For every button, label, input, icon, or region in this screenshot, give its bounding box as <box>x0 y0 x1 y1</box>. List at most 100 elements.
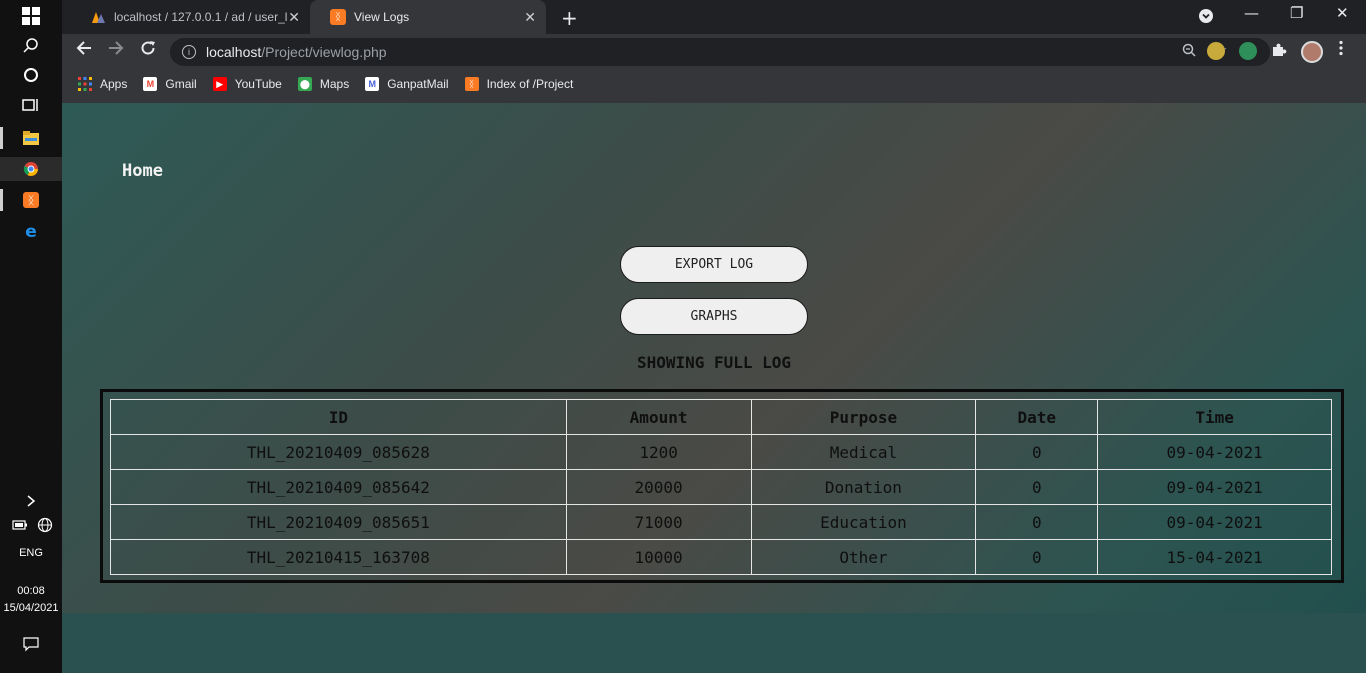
column-header-date: Date <box>975 399 1099 435</box>
cell-time: 09-04-2021 <box>1097 434 1332 470</box>
cell-date: 0 <box>975 539 1099 575</box>
action-center-icon[interactable] <box>18 632 44 656</box>
file-explorer-icon[interactable] <box>18 126 44 150</box>
cell-id: THL_20210415_163708 <box>110 539 567 575</box>
forward-arrow-icon[interactable] <box>108 40 124 61</box>
cell-date: 0 <box>975 469 1099 505</box>
bookmark-apps[interactable]: Apps <box>78 77 127 91</box>
cell-id: THL_20210409_085651 <box>110 504 567 540</box>
cell-purpose: Donation <box>750 469 977 505</box>
clock-time[interactable]: 00:08 <box>0 585 62 597</box>
profile-avatar[interactable] <box>1301 41 1323 63</box>
cell-amount: 71000 <box>565 504 752 540</box>
clock-date[interactable]: 15/04/2021 <box>0 602 62 614</box>
minimize-icon[interactable]: — <box>1244 4 1259 22</box>
chrome-taskbar-icon[interactable] <box>0 157 62 181</box>
cell-amount: 10000 <box>565 539 752 575</box>
cell-time: 09-04-2021 <box>1097 504 1332 540</box>
tab-view-logs[interactable]: ᛝ View Logs ✕ <box>310 0 546 34</box>
bookmark-gmail[interactable]: M Gmail <box>143 77 197 91</box>
bookmark-label: Gmail <box>165 77 197 91</box>
extension-globe-icon[interactable] <box>1239 42 1257 60</box>
bookmark-label: Apps <box>100 77 128 91</box>
restore-icon[interactable]: ❐ <box>1290 4 1303 22</box>
home-link[interactable]: Home <box>122 161 163 181</box>
tab-title: localhost / 127.0.0.1 / ad / user_l <box>114 10 288 24</box>
cell-purpose: Medical <box>750 434 977 470</box>
export-log-button[interactable]: EXPORT LOG <box>620 246 808 283</box>
extensions-puzzle-icon[interactable] <box>1271 42 1287 63</box>
reload-icon[interactable] <box>140 40 156 61</box>
new-tab-icon[interactable]: + <box>561 6 578 30</box>
bookmarks-bar: Apps M Gmail ▶ YouTube ⬤ Maps M GanpatMa… <box>62 70 1366 98</box>
network-globe-icon[interactable] <box>34 513 56 537</box>
bookmark-ganpatmail[interactable]: M GanpatMail <box>365 77 449 91</box>
page-heading: SHOWING FULL LOG <box>636 353 792 372</box>
address-bar[interactable]: i localhost/Project/viewlog.php ☆ <box>170 38 1270 66</box>
graphs-button[interactable]: GRAPHS <box>620 298 808 335</box>
zoom-icon[interactable] <box>1182 43 1196 61</box>
back-arrow-icon[interactable] <box>76 40 92 61</box>
table-header-row: ID Amount Purpose Date Time <box>110 399 1332 435</box>
window-close-icon[interactable]: ✕ <box>1336 4 1349 22</box>
close-icon[interactable]: ✕ <box>288 9 300 26</box>
mail-icon: M <box>365 77 380 91</box>
column-header-time: Time <box>1097 399 1332 435</box>
search-icon[interactable] <box>18 33 44 57</box>
table-row: THL_20210409_085651 71000 Education 0 09… <box>110 504 1332 540</box>
tab-search-icon[interactable] <box>1199 9 1213 27</box>
column-header-id: ID <box>110 399 567 435</box>
language-indicator[interactable]: ENG <box>0 547 62 559</box>
table-row: THL_20210409_085628 1200 Medical 0 09-04… <box>110 434 1332 470</box>
bookmark-label: GanpatMail <box>387 77 449 91</box>
svg-text:ᛝ: ᛝ <box>28 194 35 207</box>
bookmark-index-project[interactable]: ᛝ Index of /Project <box>464 77 574 91</box>
log-table: ID Amount Purpose Date Time THL_20210409… <box>110 399 1332 575</box>
tab-phpmyadmin[interactable]: localhost / 127.0.0.1 / ad / user_l ✕ <box>70 0 310 34</box>
bookmark-label: Maps <box>319 77 350 91</box>
youtube-icon: ▶ <box>212 77 227 91</box>
cell-purpose: Other <box>750 539 977 575</box>
phpmyadmin-icon <box>90 9 106 25</box>
column-header-amount: Amount <box>565 399 752 435</box>
bookmark-label: Index of /Project <box>486 77 574 91</box>
tab-strip: localhost / 127.0.0.1 / ad / user_l ✕ ᛝ … <box>62 0 1366 34</box>
url-host: localhost <box>206 44 262 60</box>
browser-window: localhost / 127.0.0.1 / ad / user_l ✕ ᛝ … <box>62 0 1366 103</box>
windows-start-icon[interactable] <box>18 4 44 28</box>
battery-icon[interactable] <box>10 513 30 537</box>
cell-id: THL_20210409_085628 <box>110 434 567 470</box>
url-path: /Project/viewlog.php <box>261 44 387 60</box>
bookmark-label: YouTube <box>234 77 282 91</box>
more-menu-icon[interactable] <box>1339 40 1343 61</box>
browser-toolbar: i localhost/Project/viewlog.php ☆ <box>62 34 1366 70</box>
bookmark-youtube[interactable]: ▶ YouTube <box>212 77 282 91</box>
cell-amount: 1200 <box>565 434 752 470</box>
tab-title: View Logs <box>354 10 410 24</box>
bookmark-maps[interactable]: ⬤ Maps <box>297 77 350 91</box>
xampp-icon: ᛝ <box>330 9 346 25</box>
active-indicator <box>0 127 3 149</box>
chevron-right-icon[interactable] <box>18 489 44 513</box>
svg-text:e: e <box>25 223 37 239</box>
footer-band <box>62 613 1366 673</box>
cell-date: 0 <box>975 504 1099 540</box>
cell-purpose: Education <box>750 504 977 540</box>
table-row: THL_20210409_085642 20000 Donation 0 09-… <box>110 469 1332 505</box>
log-table-container: ID Amount Purpose Date Time THL_20210409… <box>100 389 1344 583</box>
cell-amount: 20000 <box>565 469 752 505</box>
cortana-icon[interactable] <box>18 63 44 87</box>
extension-avatar-icon[interactable] <box>1207 42 1225 60</box>
cell-id: THL_20210409_085642 <box>110 469 567 505</box>
windows-taskbar: ᛝ e ENG 00:08 15/04/2021 <box>0 0 62 673</box>
edge-icon[interactable]: e <box>18 219 44 243</box>
xampp-icon[interactable]: ᛝ <box>18 188 44 212</box>
maps-pin-icon: ⬤ <box>297 77 312 91</box>
cell-date: 0 <box>975 434 1099 470</box>
xampp-icon: ᛝ <box>464 77 479 91</box>
close-icon[interactable]: ✕ <box>524 9 536 26</box>
task-view-icon[interactable] <box>18 93 44 117</box>
site-info-icon[interactable]: i <box>182 45 196 59</box>
cell-time: 09-04-2021 <box>1097 469 1332 505</box>
gmail-icon: M <box>143 77 158 91</box>
